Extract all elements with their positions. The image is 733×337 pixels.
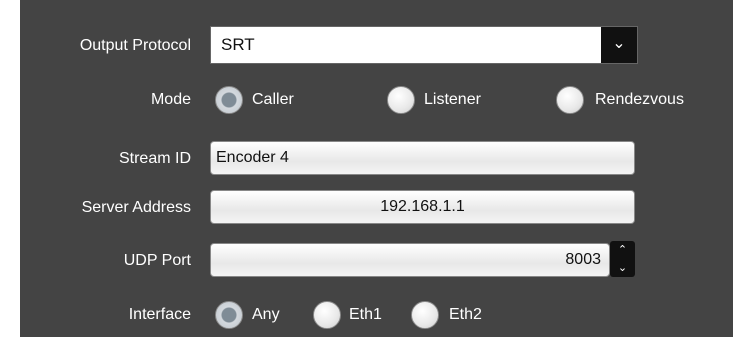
output-protocol-value: SRT	[221, 35, 255, 54]
mode-label: Mode	[150, 91, 191, 108]
interface-option-eth2[interactable]: Eth2	[449, 305, 482, 325]
server-address-label: Server Address	[81, 199, 191, 216]
output-protocol-label: Output Protocol	[79, 37, 191, 54]
interface-radio-eth2[interactable]	[411, 301, 439, 329]
interface-option-any[interactable]: Any	[252, 305, 280, 325]
udp-port-label: UDP Port	[123, 252, 191, 269]
chevron-down-icon[interactable]: ⌄	[610, 259, 635, 277]
output-protocol-select[interactable]: SRT ⌄	[210, 26, 638, 64]
interface-option-eth1[interactable]: Eth1	[349, 305, 382, 325]
mode-option-listener[interactable]: Listener	[424, 90, 481, 110]
mode-radio-listener[interactable]	[387, 86, 415, 114]
mode-option-rendezvous[interactable]: Rendezvous	[595, 90, 684, 110]
interface-label: Interface	[128, 306, 191, 323]
mode-radio-caller[interactable]	[215, 86, 243, 114]
mode-radio-rendezvous[interactable]	[556, 86, 584, 114]
chevron-up-icon[interactable]: ⌃	[610, 241, 635, 259]
stream-id-label: Stream ID	[118, 150, 191, 167]
stream-id-input[interactable]: Encoder 4	[210, 141, 635, 175]
server-address-input[interactable]: 192.168.1.1	[210, 190, 635, 224]
interface-radio-any[interactable]	[215, 301, 243, 329]
chevron-down-icon[interactable]: ⌄	[601, 27, 637, 63]
mode-option-caller[interactable]: Caller	[252, 90, 294, 110]
udp-port-stepper[interactable]: ⌃ ⌄	[610, 241, 635, 277]
udp-port-input[interactable]: 8003	[210, 243, 610, 277]
interface-radio-eth1[interactable]	[313, 301, 341, 329]
